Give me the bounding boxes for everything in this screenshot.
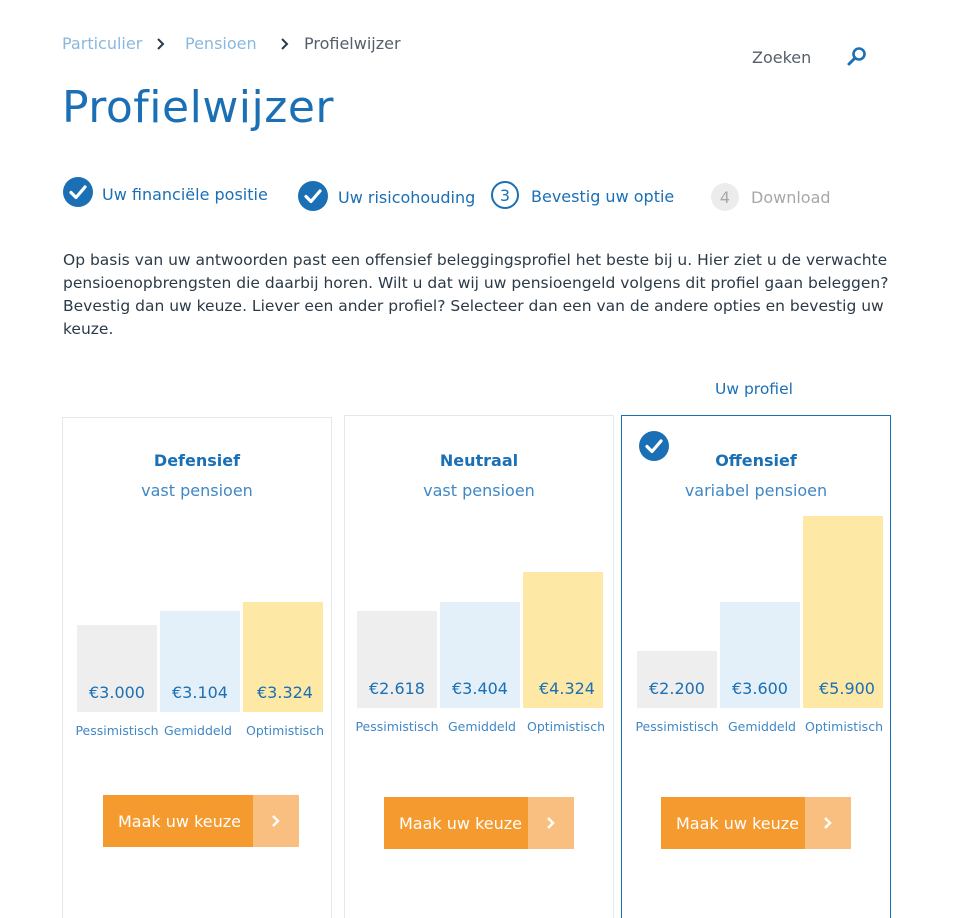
value-pessimistic: €2.200: [649, 679, 705, 698]
card-subtitle: vast pensioen: [423, 481, 535, 500]
search-input[interactable]: Zoeken: [752, 48, 811, 67]
label-optimistic: Optimistisch: [246, 723, 324, 738]
value-average: €3.104: [172, 683, 228, 702]
value-average: €3.404: [452, 679, 508, 698]
chevron-right-icon: [253, 795, 299, 847]
profile-card-defensief[interactable]: Defensief vast pensioen €3.000 €3.104 €3…: [62, 417, 332, 918]
page-title: Profielwijzer: [62, 82, 335, 133]
intro-text: Op basis van uw antwoorden past een offe…: [63, 251, 889, 338]
choose-button-defensief[interactable]: Maak uw keuze: [103, 795, 299, 847]
label-pessimistic: Pessimistisch: [75, 723, 159, 738]
button-label: Maak uw keuze: [676, 813, 799, 833]
label-pessimistic: Pessimistisch: [355, 719, 439, 734]
step-confirm-option: Bevestig uw optie: [531, 187, 675, 206]
chevron-right-icon: [157, 38, 165, 50]
card-subtitle: vast pensioen: [141, 481, 253, 500]
label-optimistic: Optimistisch: [805, 719, 883, 734]
label-optimistic: Optimistisch: [527, 719, 605, 734]
check-circle-icon: [63, 177, 93, 207]
label-average: Gemiddeld: [164, 723, 232, 738]
label-average: Gemiddeld: [728, 719, 796, 734]
chevron-right-icon: [805, 797, 851, 849]
value-average: €3.600: [732, 679, 788, 698]
label-pessimistic: Pessimistisch: [635, 719, 719, 734]
check-circle-icon: [298, 181, 328, 211]
button-label: Maak uw keuze: [399, 813, 522, 833]
profile-card-offensief[interactable]: Offensief variabel pensioen €2.200 €3.60…: [621, 415, 891, 918]
card-title: Offensief: [715, 451, 797, 470]
card-title: Defensief: [153, 451, 241, 470]
your-profile-label: Uw profiel: [715, 380, 793, 398]
choose-button-neutraal[interactable]: Maak uw keuze: [384, 797, 574, 849]
chevron-right-icon: [281, 38, 289, 50]
label-average: Gemiddeld: [448, 719, 516, 734]
card-subtitle: variabel pensioen: [684, 481, 828, 500]
value-optimistic: €5.900: [819, 679, 875, 698]
profile-card-neutraal[interactable]: Neutraal vast pensioen €2.618 €3.404 €4.…: [344, 415, 614, 918]
breadcrumb-particulier[interactable]: Particulier: [62, 34, 142, 53]
choose-button-offensief[interactable]: Maak uw keuze: [661, 797, 851, 849]
chevron-right-icon: [528, 797, 574, 849]
value-optimistic: €4.324: [539, 679, 595, 698]
value-pessimistic: €3.000: [89, 683, 145, 702]
card-title: Neutraal: [439, 451, 519, 470]
search-icon[interactable]: [846, 46, 868, 68]
breadcrumb-pensioen[interactable]: Pensioen: [185, 34, 257, 53]
step-risk-attitude[interactable]: Uw risicohouding: [338, 188, 475, 207]
step-download: Download: [751, 188, 831, 207]
breadcrumb-profielwijzer: Profielwijzer: [304, 34, 401, 53]
value-pessimistic: €2.618: [369, 679, 425, 698]
step-number-4: 4: [711, 183, 739, 211]
step-financial-position[interactable]: Uw financiële positie: [102, 185, 268, 204]
step-number-3: 3: [491, 181, 519, 209]
value-optimistic: €3.324: [257, 683, 313, 702]
button-label: Maak uw keuze: [118, 811, 241, 831]
